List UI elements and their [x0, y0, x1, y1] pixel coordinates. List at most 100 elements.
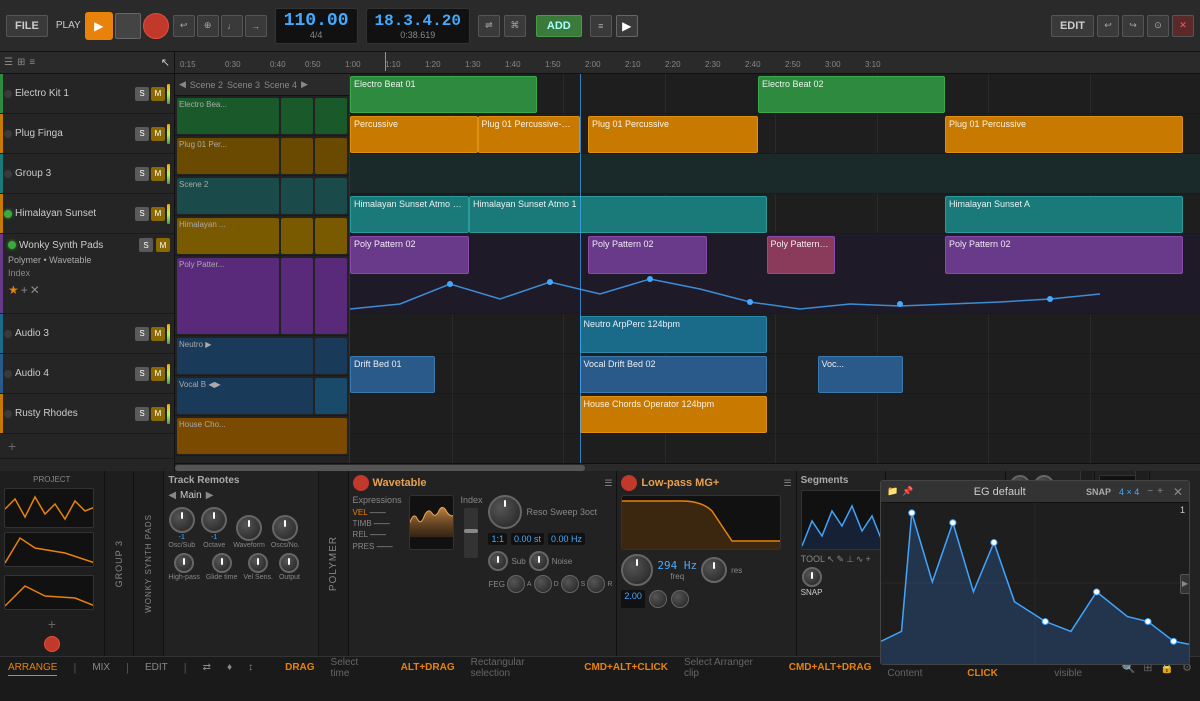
scene-clip[interactable] — [281, 98, 313, 134]
mini-waveform-1[interactable] — [4, 488, 94, 528]
file-button[interactable]: FILE — [6, 15, 48, 37]
h-scrollbar[interactable] — [175, 463, 1200, 471]
hp-knob[interactable] — [174, 553, 194, 573]
edit-button[interactable]: EDIT — [1051, 15, 1094, 37]
scrollbar-thumb[interactable] — [175, 465, 585, 471]
eg-content[interactable]: 1 ▶ — [881, 503, 1189, 664]
mute-button[interactable]: M — [151, 327, 165, 341]
scene-clip[interactable]: Scene 2 — [177, 178, 279, 214]
cursor-tool[interactable]: ↖ — [827, 554, 835, 565]
preview-play[interactable] — [616, 15, 638, 37]
scene-clip[interactable]: Vocal B ◀▶ — [177, 378, 313, 414]
clip[interactable]: Himalayan Sunset A — [945, 196, 1183, 233]
decay-knob[interactable] — [671, 590, 689, 608]
solo-button[interactable]: S — [135, 327, 149, 341]
add-preview-button[interactable]: + — [4, 616, 100, 632]
wave-visualizer[interactable] — [409, 495, 455, 550]
clip[interactable]: Plug 01 Percussive-bounce-1 — [478, 116, 580, 153]
track-led[interactable] — [4, 210, 12, 218]
plus-tool[interactable]: + — [865, 554, 870, 565]
filter-freq-knob[interactable] — [621, 554, 653, 586]
eg-folder-icon[interactable]: 📁 — [887, 486, 898, 497]
eg-close-button[interactable]: ✕ — [1173, 485, 1183, 499]
stop-button[interactable] — [115, 13, 141, 39]
oscs-knob[interactable] — [272, 515, 298, 541]
clip[interactable]: Percussive — [350, 116, 478, 153]
clip[interactable]: Voc... — [818, 356, 903, 393]
full-arrange[interactable]: Electro Beat 01 Electro Beat 02 Percussi… — [350, 74, 1200, 463]
scene-clip[interactable]: Poly Patter... — [177, 258, 279, 334]
cursor-icon[interactable]: ↖ — [161, 56, 170, 69]
reso-knob[interactable] — [488, 495, 522, 529]
play-button[interactable] — [85, 12, 113, 40]
r-knob[interactable] — [587, 575, 605, 593]
solo-button[interactable]: S — [135, 367, 149, 381]
pen-tool[interactable]: ✎ — [837, 554, 845, 565]
clip[interactable]: Poly Pattern 02 — [588, 236, 707, 274]
record-button[interactable] — [143, 13, 169, 39]
track-led[interactable] — [4, 170, 12, 178]
segments-display[interactable] — [801, 490, 881, 550]
scene-clip[interactable]: Neutro ▶ — [177, 338, 313, 374]
scene-clip[interactable] — [281, 178, 313, 214]
undo-button[interactable]: ↩ — [1097, 15, 1119, 37]
s-knob[interactable] — [561, 575, 579, 593]
clip[interactable]: House Chords Operator 124bpm — [580, 396, 767, 433]
line-tool[interactable]: ⊥ — [846, 554, 854, 565]
scene-clip[interactable] — [315, 378, 347, 414]
mini-envelope[interactable] — [4, 532, 94, 567]
octave-knob[interactable] — [201, 507, 227, 533]
scene-clip[interactable] — [315, 138, 347, 174]
add-device-icon[interactable]: + — [21, 283, 28, 297]
tab-edit[interactable]: EDIT — [145, 660, 168, 675]
noise-knob[interactable] — [529, 551, 549, 571]
waveform-knob[interactable] — [236, 515, 262, 541]
add-button[interactable]: ADD — [536, 15, 582, 37]
solo-button[interactable]: S — [135, 407, 149, 421]
clip[interactable]: Neutro ArpPerc 124bpm — [580, 316, 767, 353]
glide-knob[interactable] — [212, 553, 232, 573]
snap-plus[interactable]: + — [1157, 486, 1163, 497]
wave-tool[interactable]: ∿ — [856, 554, 864, 565]
track-led[interactable] — [4, 330, 12, 338]
clip[interactable]: Plug 01 Percussive — [588, 116, 758, 153]
scene-clip[interactable]: House Cho... — [177, 418, 347, 454]
scene-clip[interactable]: Plug 01 Per... — [177, 138, 279, 174]
track-led[interactable] — [4, 130, 12, 138]
sub-knob[interactable] — [488, 551, 508, 571]
mute-button[interactable]: M — [151, 87, 165, 101]
solo-button[interactable]: S — [139, 238, 153, 252]
vel-knob[interactable] — [248, 553, 268, 573]
pitch-knob[interactable] — [802, 567, 822, 587]
loop-region-button[interactable]: ⇌ — [478, 15, 500, 37]
clip[interactable]: Drift Bed 01 — [350, 356, 435, 393]
solo-button[interactable]: S — [135, 127, 149, 141]
solo-button[interactable]: S — [135, 207, 149, 221]
loop-button[interactable]: ↩ — [173, 15, 195, 37]
nav-right-icon[interactable]: ▶ — [301, 79, 308, 90]
track-led[interactable] — [8, 241, 16, 249]
main-label[interactable]: Main — [180, 490, 202, 501]
mute-button[interactable]: M — [151, 127, 165, 141]
scene-clip[interactable] — [315, 178, 347, 214]
eg-expand-button[interactable]: ▶ — [1180, 574, 1190, 594]
scene-clip[interactable] — [281, 138, 313, 174]
clip[interactable]: Poly Pattern 02 — [767, 236, 835, 274]
track-led[interactable] — [4, 370, 12, 378]
eg-pin-icon[interactable]: 📌 — [902, 486, 913, 497]
mixer-button[interactable]: ≡ — [590, 15, 612, 37]
scene-clip[interactable]: Electro Bea... — [177, 98, 279, 134]
scene-clip[interactable]: Himalayan ... — [177, 218, 279, 254]
clip[interactable]: Electro Beat 01 — [350, 76, 537, 113]
attack-knob[interactable] — [649, 590, 667, 608]
osc-sub-knob[interactable] — [169, 507, 195, 533]
scene-clip[interactable] — [315, 98, 347, 134]
solo-button[interactable]: S — [135, 167, 149, 181]
close-button[interactable]: ✕ — [1172, 15, 1194, 37]
nav-left-icon[interactable]: ◀ — [179, 79, 186, 90]
add-track-button[interactable]: + — [0, 434, 174, 459]
power-button[interactable] — [353, 475, 369, 491]
clip[interactable]: Vocal Drift Bed 02 — [580, 356, 767, 393]
mute-button[interactable]: M — [151, 407, 165, 421]
position-display[interactable]: 18.3.4.20 0:38.619 — [366, 8, 470, 44]
